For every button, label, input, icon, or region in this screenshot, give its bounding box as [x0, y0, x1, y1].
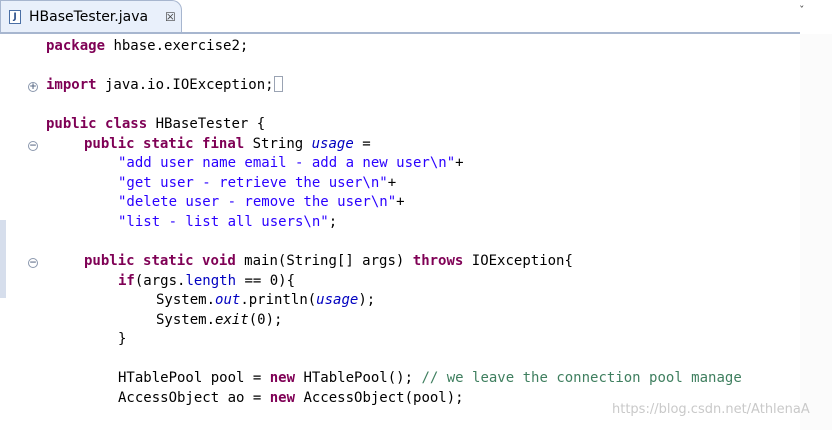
code-text: +	[396, 194, 405, 210]
code-text: +	[387, 175, 397, 191]
tab-title: HBaseTester.java	[29, 9, 149, 25]
field-name: out	[215, 292, 241, 308]
keyword: package	[46, 38, 106, 54]
code-text: HTablePool pool =	[118, 370, 270, 386]
keyword: throws	[412, 253, 464, 269]
code-text: ;	[328, 214, 338, 230]
overview-ruler	[0, 34, 6, 430]
code-line-main[interactable]: public static void main(String[] args) t…	[84, 252, 573, 271]
code-text: (0);	[248, 312, 283, 328]
keyword: public	[84, 136, 135, 152]
code-text: == 0){	[236, 273, 296, 289]
tab-hbasetester-java[interactable]: J HBaseTester.java ☒	[0, 0, 182, 32]
code-text: +	[455, 155, 464, 171]
java-file-icon: J	[9, 10, 21, 24]
code-text: );	[358, 292, 376, 308]
code-line-string[interactable]: "list - list all users\n";	[118, 213, 337, 232]
keyword: final	[202, 136, 245, 152]
code-text: main(String[] args)	[235, 253, 413, 269]
code-line-string[interactable]: "get user - retrieve the user\n"+	[118, 174, 396, 193]
code-comment: // we leave the connection pool manage	[421, 370, 742, 386]
collapse-fold-icon[interactable]: −	[28, 258, 38, 268]
close-tab-icon[interactable]: ☒	[165, 10, 176, 24]
code-text: AccessObject(pool);	[295, 390, 464, 406]
code-line-exit[interactable]: System.exit(0);	[156, 311, 282, 330]
code-line-brace[interactable]: }	[118, 330, 126, 349]
keyword: if	[118, 273, 135, 289]
field-name: length	[185, 273, 237, 289]
keyword: new	[269, 390, 296, 406]
code-line-class[interactable]: public class HBaseTester {	[46, 115, 265, 134]
code-text: }	[118, 331, 127, 347]
code-text: HBaseTester {	[147, 116, 266, 132]
code-text: java.io.IOException;	[96, 77, 274, 93]
keyword: void	[202, 253, 236, 269]
keyword: public	[84, 253, 135, 269]
code-line-htablepool[interactable]: HTablePool pool = new HTablePool(); // w…	[118, 369, 742, 388]
code-line-package[interactable]: package hbase.exercise2;	[46, 37, 248, 56]
keyword: class	[105, 116, 148, 132]
ruler-highlight	[0, 220, 6, 298]
code-text: AccessObject ao =	[118, 390, 270, 406]
expand-fold-icon[interactable]: +	[28, 82, 38, 92]
code-line-import[interactable]: import java.io.IOException;	[46, 76, 283, 95]
editor-margin	[800, 34, 832, 430]
editor-tab-bar: J HBaseTester.java ☒ ˇ	[0, 0, 832, 34]
string-literal: "list - list all users\n"	[118, 214, 329, 230]
code-text: System.	[156, 292, 216, 308]
keyword: static	[143, 253, 194, 269]
keyword: new	[269, 370, 296, 386]
watermark: https://blog.csdn.net/AthlenaA	[612, 402, 810, 417]
code-line-accessobject[interactable]: AccessObject ao = new AccessObject(pool)…	[118, 389, 464, 408]
code-text: hbase.exercise2;	[105, 38, 249, 54]
string-literal: "delete user - remove the user\n"	[118, 194, 397, 210]
code-text: (args.	[134, 273, 186, 289]
code-line-string[interactable]: "delete user - remove the user\n"+	[118, 193, 405, 212]
code-line-string[interactable]: "add user name email - add a new user\n"…	[118, 154, 464, 173]
code-line-if[interactable]: if(args.length == 0){	[118, 272, 295, 291]
code-line-println[interactable]: System.out.println(usage);	[156, 291, 375, 310]
code-text: System.	[156, 312, 216, 328]
field-name: usage	[311, 136, 354, 152]
tab-menu-icon[interactable]: ˇ	[799, 4, 805, 17]
code-text: .println(	[240, 292, 317, 308]
keyword: static	[143, 136, 194, 152]
keyword: public	[46, 116, 97, 132]
code-text: IOException{	[463, 253, 573, 269]
code-text: =	[353, 136, 371, 152]
code-text: String	[244, 136, 312, 152]
collapse-fold-icon[interactable]: −	[28, 141, 38, 151]
field-name: usage	[316, 292, 359, 308]
code-text: HTablePool();	[295, 370, 422, 386]
keyword: import	[46, 77, 97, 93]
method-name: exit	[215, 312, 249, 328]
code-line-usage[interactable]: public static final String usage =	[84, 135, 371, 154]
string-literal: "add user name email - add a new user\n"	[118, 155, 456, 171]
folded-code-marker-icon[interactable]	[273, 76, 283, 92]
string-literal: "get user - retrieve the user\n"	[118, 175, 388, 191]
code-editor[interactable]: package hbase.exercise2; + import java.i…	[0, 34, 800, 430]
